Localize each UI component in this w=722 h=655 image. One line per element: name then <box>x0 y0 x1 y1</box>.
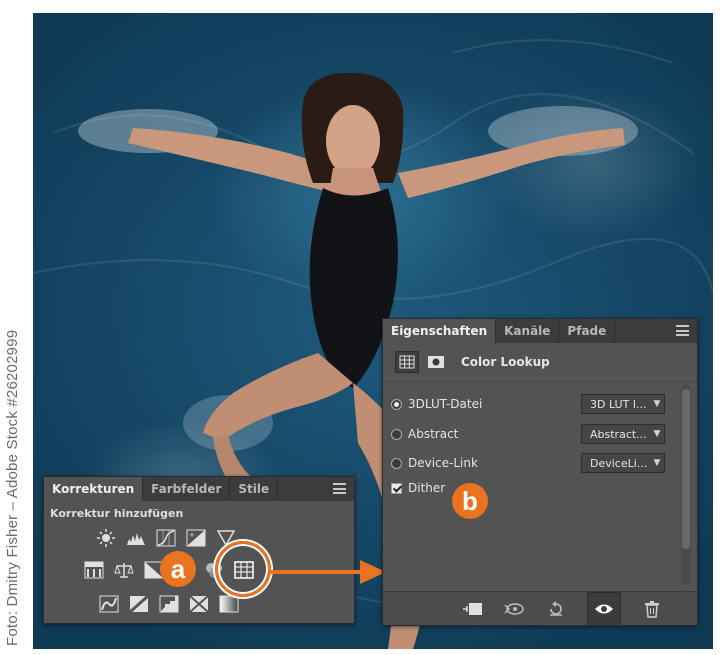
tab-kanaele[interactable]: Kanäle <box>496 319 560 343</box>
adjustments-panel: Korrekturen Farbfelder Stile Korrektur h… <box>43 476 355 624</box>
label-3dlut: 3DLUT-Datei <box>408 397 483 411</box>
selective-color-icon[interactable] <box>189 595 209 613</box>
chevron-down-icon: ▼ <box>653 458 661 468</box>
properties-menu-icon[interactable] <box>676 325 689 336</box>
levels-icon[interactable] <box>126 529 146 547</box>
callout-arrow <box>270 560 386 584</box>
curves-icon[interactable] <box>156 529 176 547</box>
reset-button[interactable] <box>545 598 567 620</box>
adjustment-icons-row-3 <box>99 595 239 613</box>
adjustments-tabbar: Korrekturen Farbfelder Stile <box>44 477 354 501</box>
brightness-contrast-icon[interactable] <box>96 529 116 547</box>
callout-b: b <box>452 483 488 519</box>
option-abstract[interactable]: Abstract Abstract... ▼ <box>391 423 671 445</box>
dropdown-device-link[interactable]: DeviceLi... ▼ <box>581 453 665 473</box>
gradient-map-icon[interactable] <box>219 595 239 613</box>
option-device-link[interactable]: Device-Link DeviceLi... ▼ <box>391 452 671 474</box>
clip-to-layer-icon <box>463 602 482 615</box>
radio-abstract[interactable] <box>391 428 402 440</box>
view-previous-state-icon <box>504 602 524 615</box>
dropdown-device-link-value: DeviceLi... <box>590 456 648 470</box>
option-dither[interactable]: Dither <box>391 477 671 499</box>
tab-eigenschaften[interactable]: Eigenschaften <box>383 319 497 343</box>
dropdown-abstract[interactable]: Abstract... ▼ <box>581 424 665 444</box>
exposure-icon[interactable]: + <box>186 529 206 547</box>
tab-korrekturen[interactable]: Korrekturen <box>44 477 144 501</box>
properties-header: Color Lookup <box>383 343 697 382</box>
view-previous-state-button[interactable] <box>503 598 525 620</box>
tab-stile[interactable]: Stile <box>230 477 279 501</box>
visibility-eye-icon <box>595 604 613 613</box>
tab-farbfelder[interactable]: Farbfelder <box>143 477 231 501</box>
dropdown-3dlut-value: 3D LUT l... <box>590 397 647 411</box>
color-lookup-small-icon <box>399 355 415 369</box>
posterize-icon[interactable] <box>129 595 149 613</box>
option-3dlut[interactable]: 3DLUT-Datei 3D LUT l... ▼ <box>391 393 671 415</box>
label-device-link: Device-Link <box>408 456 478 470</box>
adjustment-icons-row-1: + <box>96 529 236 547</box>
hue-saturation-icon[interactable] <box>84 561 104 579</box>
delete-button[interactable] <box>641 598 663 620</box>
toggle-visibility-button[interactable] <box>587 591 621 626</box>
color-balance-icon[interactable] <box>114 561 134 579</box>
reset-icon <box>550 600 562 616</box>
properties-scrollbar[interactable] <box>681 385 691 585</box>
properties-panel: Eigenschaften Kanäle Pfade Color Lookup … <box>382 318 698 626</box>
properties-tabbar: Eigenschaften Kanäle Pfade <box>383 319 697 343</box>
chevron-down-icon: ▼ <box>653 429 661 439</box>
dither-checkbox[interactable] <box>391 482 402 494</box>
clip-to-layer-button[interactable] <box>461 598 483 620</box>
photo-credit: Foto: Dmitry Fisher – Adobe Stock #26202… <box>4 329 21 646</box>
dropdown-3dlut[interactable]: 3D LUT l... ▼ <box>581 394 665 414</box>
invert-icon[interactable] <box>99 595 119 613</box>
svg-text:+: + <box>189 531 195 539</box>
scrollbar-thumb[interactable] <box>682 389 690 549</box>
chevron-down-icon: ▼ <box>653 399 661 409</box>
add-adjustment-label: Korrektur hinzufügen <box>50 507 184 520</box>
mask-button[interactable] <box>425 352 447 372</box>
panel-menu-icon[interactable] <box>333 483 346 494</box>
adjustment-type-button[interactable] <box>395 351 419 373</box>
threshold-icon[interactable] <box>159 595 179 613</box>
dropdown-abstract-value: Abstract... <box>590 427 647 441</box>
label-dither: Dither <box>408 481 446 495</box>
properties-footer <box>383 591 697 626</box>
color-lookup-highlight-ring <box>215 541 271 597</box>
radio-device-link[interactable] <box>391 457 402 469</box>
radio-3dlut[interactable] <box>391 398 402 410</box>
properties-title: Color Lookup <box>461 355 550 369</box>
callout-a: a <box>160 551 196 587</box>
trash-icon <box>645 600 659 618</box>
label-abstract: Abstract <box>408 427 459 441</box>
tab-pfade[interactable]: Pfade <box>559 319 616 343</box>
mask-icon <box>428 356 444 368</box>
